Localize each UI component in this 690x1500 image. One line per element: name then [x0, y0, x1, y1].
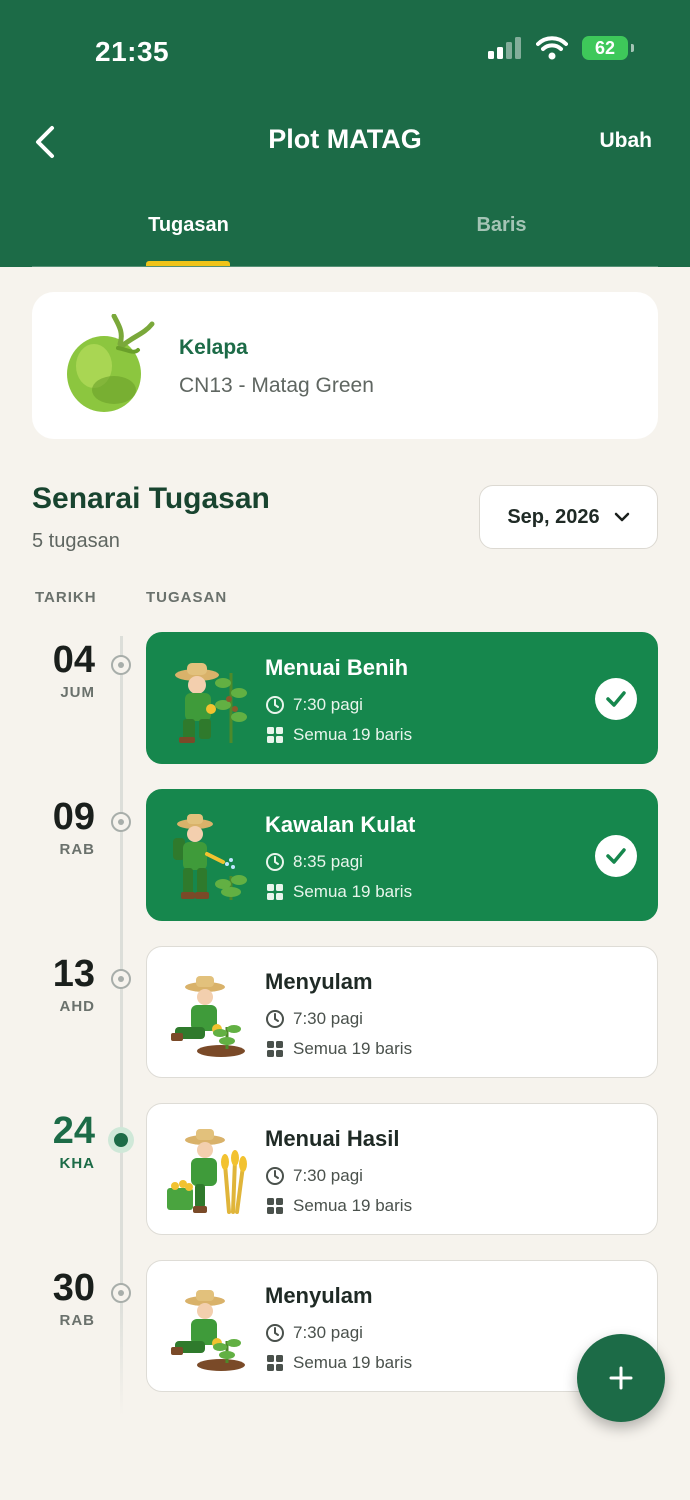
- task-rows: Semua 19 baris: [265, 725, 412, 745]
- battery-level: 62: [594, 37, 616, 58]
- signal-icon: [488, 37, 521, 59]
- task-weekday: AHD: [59, 998, 95, 1015]
- month-select[interactable]: Sep, 2026: [479, 485, 658, 549]
- task-day: 13: [52, 953, 95, 995]
- page-title: Plot MATAG: [268, 124, 422, 154]
- farmer-planting-icon: [171, 1290, 245, 1371]
- task-time-label: 7:30 pagi: [293, 1009, 363, 1028]
- task-time: 8:35 pagi: [265, 852, 363, 872]
- timeline-dot: [111, 969, 131, 989]
- plus-icon: [609, 1366, 633, 1390]
- task-day: 04: [52, 639, 95, 681]
- tab-baris[interactable]: Baris: [345, 200, 658, 266]
- task-name: Menyulam: [265, 1283, 373, 1308]
- task-name: Kawalan Kulat: [265, 812, 416, 837]
- task-date: 04 JUM: [0, 640, 95, 701]
- timeline-dot: [111, 812, 131, 832]
- task-time: 7:30 pagi: [265, 1323, 363, 1343]
- check-circle-icon[interactable]: [595, 835, 637, 877]
- column-header-date: TARIKH: [35, 589, 97, 606]
- tab-bar: Tugasan Baris: [32, 200, 658, 267]
- task-rows-label: Semua 19 baris: [293, 1039, 413, 1058]
- task-time-label: 7:30 pagi: [293, 1166, 363, 1185]
- task-rows-label: Semua 19 baris: [293, 725, 413, 744]
- add-task-button[interactable]: [577, 1334, 665, 1422]
- task-name: Menuai Hasil: [265, 1126, 400, 1151]
- task-rows: Semua 19 baris: [265, 1353, 412, 1373]
- task-weekday: RAB: [59, 1312, 95, 1329]
- task-weekday: JUM: [60, 684, 95, 701]
- clock-icon: [266, 1167, 284, 1185]
- grid-icon: [267, 1355, 283, 1371]
- task-card[interactable]: Kawalan Kulat 8:35 pagi Semua 19 baris: [146, 789, 658, 921]
- task-list-title: Senarai Tugasan: [32, 482, 270, 515]
- task-rows: Semua 19 baris: [265, 1196, 412, 1216]
- task-card[interactable]: Menyulam 7:30 pagi Semua 19 baris: [146, 946, 658, 1078]
- tab-label: Tugasan: [148, 214, 229, 236]
- farmer-harvest-crop-icon: [167, 1129, 247, 1214]
- task-time: 7:30 pagi: [265, 1166, 363, 1186]
- column-header-task: TUGASAN: [146, 589, 228, 606]
- task-rows-label: Semua 19 baris: [293, 1353, 413, 1372]
- task-time-label: 7:30 pagi: [293, 1323, 363, 1342]
- check-circle-icon[interactable]: [595, 678, 637, 720]
- farmer-planting-icon: [171, 976, 245, 1057]
- tab-tugasan[interactable]: Tugasan: [32, 200, 345, 266]
- grid-icon: [267, 1198, 283, 1214]
- task-day: 24: [52, 1110, 95, 1152]
- task-name: Menuai Benih: [265, 655, 409, 680]
- task-name: Menyulam: [265, 969, 373, 994]
- crop-variety: CN13 - Matag Green: [179, 374, 374, 397]
- task-rows: Semua 19 baris: [265, 1039, 412, 1059]
- grid-icon: [267, 727, 283, 743]
- task-rows-label: Semua 19 baris: [293, 882, 413, 901]
- task-count: 5 tugasan: [32, 530, 120, 552]
- task-day: 30: [52, 1267, 95, 1309]
- task-rows: Semua 19 baris: [265, 882, 412, 902]
- task-day: 09: [52, 796, 95, 838]
- crop-name: Kelapa: [179, 336, 248, 359]
- chevron-down-icon: [614, 512, 629, 522]
- task-time: 7:30 pagi: [265, 695, 363, 715]
- clock-icon: [266, 1010, 284, 1028]
- task-date: 30 RAB: [0, 1268, 95, 1329]
- farmer-harvest-seed-icon: [175, 663, 247, 743]
- task-rows-label: Semua 19 baris: [293, 1196, 413, 1215]
- status-time: 21:35: [95, 36, 170, 67]
- task-time-label: 7:30 pagi: [293, 695, 363, 714]
- timeline-dot-today: [108, 1127, 134, 1153]
- tab-label: Baris: [476, 214, 527, 236]
- task-weekday: KHA: [59, 1155, 95, 1172]
- farmer-spraying-icon: [173, 814, 247, 900]
- battery-icon: 62: [582, 36, 634, 60]
- crop-card[interactable]: Kelapa CN13 - Matag Green: [32, 292, 658, 439]
- clock-icon: [266, 696, 284, 714]
- task-date: 13 AHD: [0, 954, 95, 1015]
- month-value: Sep, 2026: [507, 505, 600, 528]
- task-date: 09 RAB: [0, 797, 95, 858]
- task-time: 7:30 pagi: [265, 1009, 363, 1029]
- timeline-dot: [111, 1283, 131, 1303]
- task-date-today: 24 KHA: [0, 1111, 95, 1172]
- coconut-icon: [67, 314, 155, 412]
- task-card[interactable]: Menuai Benih 7:30 pagi Semua 19 baris: [146, 632, 658, 764]
- clock-icon: [266, 1324, 284, 1342]
- status-icons: 62: [488, 36, 634, 60]
- task-card[interactable]: Menuai Hasil 7:30 pagi Semua 19 baris: [146, 1103, 658, 1235]
- edit-button[interactable]: Ubah: [600, 129, 653, 153]
- clock-icon: [266, 853, 284, 871]
- task-weekday: RAB: [59, 841, 95, 858]
- grid-icon: [267, 1041, 283, 1057]
- task-time-label: 8:35 pagi: [293, 852, 363, 871]
- tab-active-indicator: [146, 261, 230, 266]
- app-header: 21:35 62 Plot MATAG Ubah Tugasan Baris: [0, 0, 690, 267]
- wifi-icon: [536, 36, 568, 60]
- timeline-dot: [111, 655, 131, 675]
- grid-icon: [267, 884, 283, 900]
